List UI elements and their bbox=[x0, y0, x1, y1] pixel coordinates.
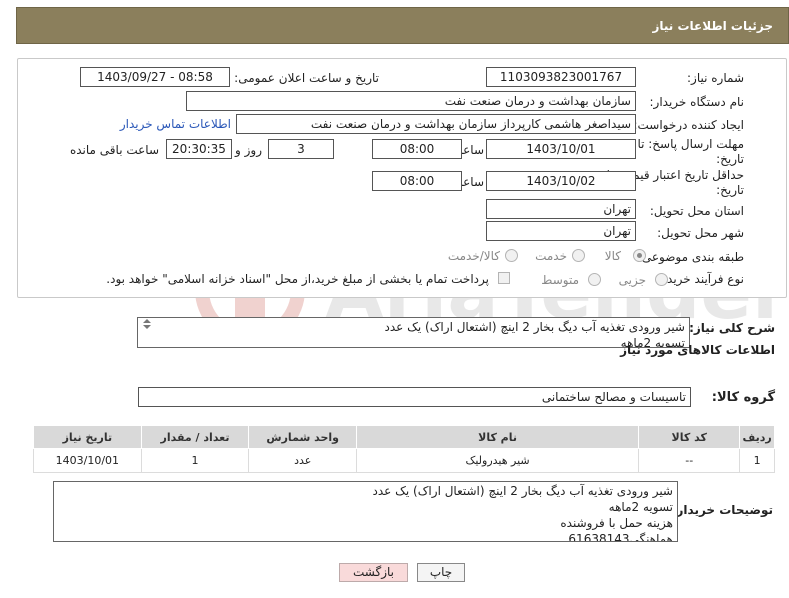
requester-label: ایجاد کننده درخواست: bbox=[633, 118, 744, 132]
announce-date-label: تاریخ و ساعت اعلان عمومی: bbox=[234, 71, 379, 85]
col-header-row-number: ردیف bbox=[739, 425, 775, 449]
buyer-notes-line-4: هماهنگی61638143 bbox=[568, 532, 673, 542]
col-header-item-name: نام کالا bbox=[356, 425, 640, 449]
back-button[interactable]: بازگشت bbox=[339, 563, 408, 582]
goods-section-title: اطلاعات کالاهای مورد نیاز bbox=[620, 343, 775, 357]
city-label: شهر محل تحویل: bbox=[657, 226, 744, 240]
need-number-field: 1103093823001767 bbox=[486, 67, 636, 87]
buyer-org-field: سازمان بهداشت و درمان صنعت نفت bbox=[186, 91, 636, 111]
reply-deadline-label: مهلت ارسال پاسخ: تا bbox=[637, 137, 744, 151]
cell-row-number: 1 bbox=[739, 448, 775, 473]
price-validity-time-field: 08:00 bbox=[372, 171, 462, 191]
price-validity-label-date: تاریخ: bbox=[716, 183, 744, 197]
category-radio-service[interactable] bbox=[572, 249, 585, 262]
process-radio-minor[interactable] bbox=[655, 273, 668, 286]
buyer-notes-line-1: شیر ورودی تغذیه آب دیگ بخار 2 اینچ (اشتع… bbox=[372, 484, 674, 498]
city-field: تهران bbox=[486, 221, 636, 241]
category-radio-goods[interactable] bbox=[633, 249, 646, 262]
requester-field: سیداصغر هاشمی کارپرداز سازمان بهداشت و د… bbox=[236, 114, 636, 134]
buyer-notes-line-2: تسویه 2ماهه bbox=[608, 500, 673, 514]
process-radio-medium[interactable] bbox=[588, 273, 601, 286]
remaining-time-field: 20:30:35 bbox=[166, 139, 232, 159]
summary-textarea[interactable]: شیر ورودی تغذیه آب دیگ بخار 2 اینچ (اشتع… bbox=[137, 317, 690, 348]
col-header-quantity: تعداد / مقدار bbox=[140, 425, 250, 449]
col-header-item-code: کد کالا bbox=[638, 425, 741, 449]
page-title: جزئیات اطلاعات نیاز bbox=[652, 19, 773, 33]
category-option-service: خدمت bbox=[535, 249, 567, 263]
cell-quantity: 1 bbox=[140, 448, 250, 473]
summary-line-1: شیر ورودی تغذیه آب دیگ بخار 2 اینچ (اشتع… bbox=[384, 320, 686, 334]
announce-date-field: 1403/09/27 - 08:58 bbox=[80, 67, 230, 87]
category-label: طبقه بندی موضوعی: bbox=[637, 250, 744, 264]
category-option-goods: کالا bbox=[604, 249, 621, 263]
col-header-need-date: تاریخ نیاز bbox=[33, 425, 142, 449]
cell-unit: عدد bbox=[248, 448, 358, 473]
cell-item-name: شیر هیدرولیک bbox=[356, 448, 640, 473]
cell-item-code: -- bbox=[638, 448, 741, 473]
goods-table: ردیف کد کالا نام کالا واحد شمارش تعداد /… bbox=[33, 425, 775, 473]
treasury-payment-checkbox[interactable] bbox=[498, 272, 510, 284]
goods-group-label: گروه کالا: bbox=[711, 390, 775, 405]
province-field: تهران bbox=[486, 199, 636, 219]
col-header-unit: واحد شمارش bbox=[248, 425, 358, 449]
price-validity-date-field: 1403/10/02 bbox=[486, 171, 636, 191]
remaining-days-label: روز و bbox=[235, 143, 262, 157]
reply-deadline-label-date: تاریخ: bbox=[716, 152, 744, 166]
remaining-days-field: 3 bbox=[268, 139, 334, 159]
buyer-notes-label: توضیحات خریدار: bbox=[671, 503, 773, 517]
buyer-notes-line-3: هزینه حمل با فروشنده bbox=[560, 516, 673, 530]
reply-deadline-time-field: 08:00 bbox=[372, 139, 462, 159]
goods-group-field: تاسیسات و مصالح ساختمانی bbox=[138, 387, 691, 407]
reply-deadline-date-field: 1403/10/01 bbox=[486, 139, 636, 159]
table-row: 1 -- شیر هیدرولیک عدد 1 1403/10/01 bbox=[33, 448, 775, 473]
process-option-minor: جزیی bbox=[618, 273, 646, 287]
treasury-payment-note: پرداخت تمام یا بخشی از مبلغ خرید،از محل … bbox=[106, 272, 489, 286]
summary-line-2: تسویه 2ماهه bbox=[620, 336, 685, 348]
process-option-medium: متوسط bbox=[541, 273, 579, 287]
page-header: جزئیات اطلاعات نیاز bbox=[16, 7, 789, 44]
buyer-contact-link[interactable]: اطلاعات تماس خریدار bbox=[120, 117, 231, 131]
category-option-goods-service: کالا/خدمت bbox=[447, 249, 500, 263]
buyer-org-label: نام دستگاه خریدار: bbox=[649, 95, 745, 109]
scroll-arrows-icon[interactable] bbox=[141, 318, 153, 330]
table-header-row: ردیف کد کالا نام کالا واحد شمارش تعداد /… bbox=[33, 425, 775, 449]
category-radio-goods-service[interactable] bbox=[505, 249, 518, 262]
remaining-time-label: ساعت باقی مانده bbox=[69, 143, 159, 157]
buyer-notes-textarea[interactable]: شیر ورودی تغذیه آب دیگ بخار 2 اینچ (اشتع… bbox=[53, 481, 678, 542]
province-label: استان محل تحویل: bbox=[649, 204, 744, 218]
cell-need-date: 1403/10/01 bbox=[33, 448, 142, 473]
need-number-label: شماره نیاز: bbox=[687, 71, 744, 85]
summary-label: شرح کلی نیاز: bbox=[689, 321, 775, 335]
process-type-label: نوع فرآیند خرید : bbox=[659, 272, 744, 286]
print-button[interactable]: چاپ bbox=[417, 563, 465, 582]
